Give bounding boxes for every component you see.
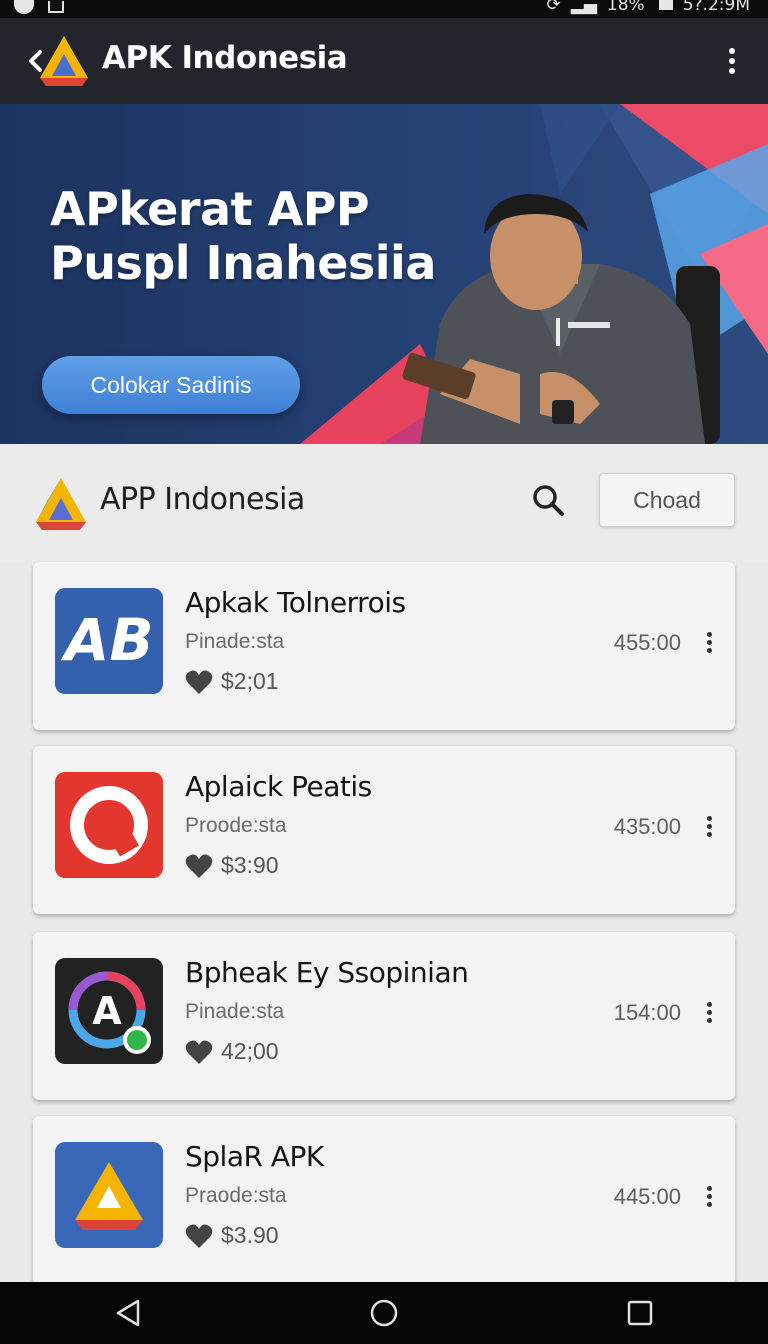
app-count: 445:00 bbox=[613, 1184, 681, 1209]
section-header: APP Indonesia Choad bbox=[0, 444, 768, 562]
choad-button[interactable]: Choad bbox=[599, 473, 735, 527]
heart-icon[interactable] bbox=[185, 669, 213, 695]
app-price: $3:90 bbox=[221, 852, 279, 878]
app-price: $3.90 bbox=[221, 1222, 279, 1248]
battery-icon bbox=[658, 0, 673, 10]
app-count: 435:00 bbox=[613, 814, 681, 839]
app-price-row: $2;01 bbox=[185, 668, 279, 695]
app-card[interactable]: AB Apkak Tolnerrois Pinade:sta $2;01 455… bbox=[33, 562, 735, 730]
ab-logo-icon: AB bbox=[55, 588, 163, 694]
hero-title-line1: APkerat APP bbox=[50, 182, 370, 236]
heart-icon[interactable] bbox=[185, 1039, 213, 1065]
app-card[interactable]: A Bpheak Ey Ssopinian Pinade:sta 42;00 1… bbox=[33, 932, 735, 1100]
more-options-icon[interactable] bbox=[703, 1186, 715, 1210]
app-card[interactable]: Aplaick Peatis Proode:sta $3:90 435:00 bbox=[33, 746, 735, 914]
app-subtitle: Praode:sta bbox=[185, 1184, 287, 1207]
more-options-icon[interactable] bbox=[703, 1002, 715, 1026]
app-count: 154:00 bbox=[613, 1000, 681, 1025]
hero-title: APkerat APP Puspl Inahesiia bbox=[50, 182, 436, 290]
status-bar: ⟳ ▂▄ 18% 5?.2:9M bbox=[0, 0, 768, 18]
circle-a-icon: A bbox=[55, 958, 163, 1064]
system-nav-bar bbox=[0, 1282, 768, 1344]
app-name: Aplaick Peatis bbox=[185, 770, 372, 803]
app-name: Bpheak Ey Ssopinian bbox=[185, 956, 469, 989]
app-logo-icon bbox=[40, 36, 88, 86]
hero-banner[interactable]: APkerat APP Puspl Inahesiia Colokar Sadi… bbox=[0, 104, 768, 444]
battery-percent: 18% bbox=[606, 0, 645, 15]
section-title: APP Indonesia bbox=[100, 482, 305, 517]
red-ring-icon bbox=[55, 772, 163, 878]
heart-icon[interactable] bbox=[185, 1223, 213, 1249]
app-price: $2;01 bbox=[221, 668, 279, 694]
app-name: SplaR APK bbox=[185, 1140, 324, 1173]
search-icon[interactable] bbox=[530, 482, 566, 518]
heart-icon[interactable] bbox=[185, 853, 213, 879]
nav-home-icon[interactable] bbox=[364, 1293, 404, 1333]
app-name: Apkak Tolnerrois bbox=[185, 586, 406, 619]
triangle-drive-icon bbox=[55, 1142, 163, 1248]
overflow-menu-icon[interactable] bbox=[724, 48, 740, 76]
section-logo-icon bbox=[36, 478, 86, 530]
svg-text:A: A bbox=[92, 989, 122, 1033]
more-options-icon[interactable] bbox=[703, 632, 715, 656]
app-count: 455:00 bbox=[613, 630, 681, 655]
app-price-row: 42;00 bbox=[185, 1038, 279, 1065]
nav-back-icon[interactable] bbox=[108, 1293, 148, 1333]
svg-text:AB: AB bbox=[60, 606, 153, 674]
app-card[interactable]: SplaR APK Praode:sta $3.90 445:00 bbox=[33, 1116, 735, 1284]
app-price: 42;00 bbox=[221, 1038, 279, 1064]
app-title: APK Indonesia bbox=[102, 40, 348, 76]
app-price-row: $3.90 bbox=[185, 1222, 279, 1249]
notification-icon bbox=[14, 0, 34, 14]
app-subtitle: Proode:sta bbox=[185, 814, 287, 837]
sync-icon: ⟳ bbox=[546, 0, 561, 15]
more-options-icon[interactable] bbox=[703, 816, 715, 840]
image-notification-icon bbox=[48, 1, 64, 13]
signal-icon: ▂▄ bbox=[570, 0, 597, 15]
status-time: 5?.2:9M bbox=[682, 0, 750, 15]
app-price-row: $3:90 bbox=[185, 852, 279, 879]
nav-recents-icon[interactable] bbox=[620, 1293, 660, 1333]
hero-title-line2: Puspl Inahesiia bbox=[50, 236, 436, 290]
hero-cta-button[interactable]: Colokar Sadinis bbox=[42, 356, 300, 414]
app-subtitle: Pinade:sta bbox=[185, 630, 285, 653]
app-subtitle: Pinade:sta bbox=[185, 1000, 285, 1023]
app-bar: APK Indonesia bbox=[0, 18, 768, 104]
